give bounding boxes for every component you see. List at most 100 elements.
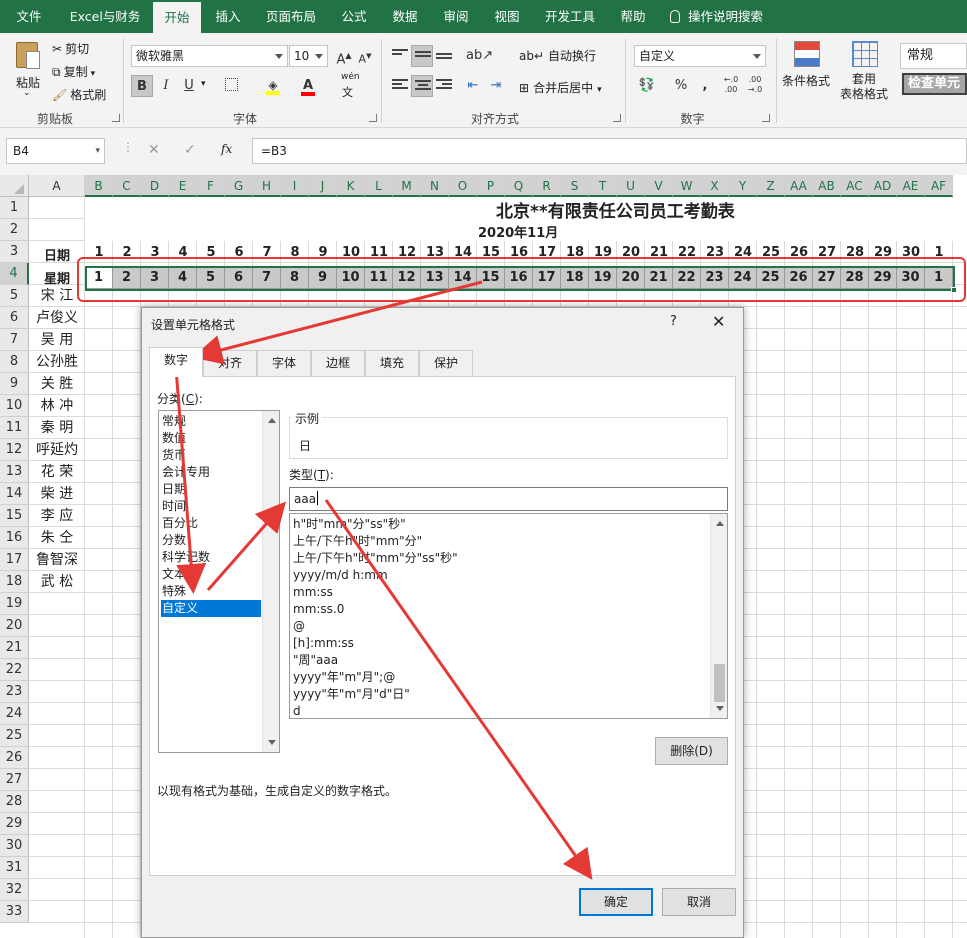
row-header[interactable]: 22	[0, 659, 29, 681]
date-cell[interactable]: 6	[225, 245, 253, 260]
column-header[interactable]: I	[281, 175, 309, 197]
employee-name-cell[interactable]: 呼延灼	[29, 439, 85, 461]
column-header[interactable]: R	[533, 175, 561, 197]
row-header[interactable]: 14	[0, 483, 29, 505]
format-painter-button[interactable]: 🖌 格式刷	[52, 86, 106, 103]
row-header[interactable]: 13	[0, 461, 29, 483]
font-color-icon[interactable]: A	[297, 75, 319, 97]
row-header[interactable]: 28	[0, 791, 29, 813]
help-button[interactable]: ?	[670, 314, 677, 329]
italic-button[interactable]: I	[155, 75, 177, 97]
format-type-item[interactable]: 上午/下午h"时"mm"分"ss"秒"	[292, 550, 458, 567]
row-header[interactable]: 7	[0, 329, 29, 351]
column-header[interactable]: N	[421, 175, 449, 197]
font-launcher-icon[interactable]	[369, 114, 377, 122]
fill-color-icon[interactable]: ◈	[262, 75, 284, 97]
column-header[interactable]: S	[561, 175, 589, 197]
align-left-icon[interactable]	[389, 75, 411, 97]
close-icon[interactable]: ✕	[712, 312, 725, 331]
category-list-item[interactable]: 数值	[161, 430, 261, 447]
category-list-item[interactable]: 会计专用	[161, 464, 261, 481]
scroll-up-icon[interactable]	[716, 521, 724, 526]
employee-name-cell[interactable]: 武 松	[29, 571, 85, 593]
date-cell[interactable]: 16	[505, 245, 533, 260]
scroll-up-icon[interactable]	[268, 418, 276, 423]
tab-fill[interactable]: 填充	[365, 350, 419, 376]
category-list-item[interactable]: 自定义	[161, 600, 261, 617]
column-header[interactable]: A	[29, 175, 85, 197]
row-header[interactable]: 3	[0, 241, 29, 263]
date-cell[interactable]: 17	[533, 245, 561, 260]
tab-data[interactable]: 数据	[382, 0, 428, 33]
number-format-combo[interactable]: 自定义	[634, 45, 766, 67]
row-header[interactable]: 5	[0, 285, 29, 307]
employee-name-cell[interactable]: 鲁智深	[29, 549, 85, 571]
tab-font[interactable]: 字体	[257, 350, 311, 376]
format-type-item[interactable]: yyyy/m/d h:mm	[292, 567, 388, 584]
column-header[interactable]: J	[309, 175, 337, 197]
category-list-item[interactable]: 日期	[161, 481, 261, 498]
conditional-format-button[interactable]: 条件格式	[782, 39, 834, 101]
tab-number[interactable]: 数字	[149, 347, 203, 377]
employee-name-cell[interactable]: 柴 进	[29, 483, 85, 505]
row-header[interactable]: 21	[0, 637, 29, 659]
column-header[interactable]: D	[141, 175, 169, 197]
row-header[interactable]: 6	[0, 307, 29, 329]
increase-decimal-button[interactable]: ←.0 .00	[720, 75, 742, 97]
borders-icon[interactable]	[220, 75, 242, 97]
fill-handle[interactable]	[951, 287, 957, 293]
tab-excel-finance[interactable]: Excel与财务	[62, 0, 148, 33]
column-header[interactable]: G	[225, 175, 253, 197]
category-list-item[interactable]: 常规	[161, 413, 261, 430]
underline-button[interactable]: U	[178, 75, 200, 97]
date-cell[interactable]: 5	[197, 245, 225, 260]
column-header[interactable]: P	[477, 175, 505, 197]
date-cell[interactable]: 4	[169, 245, 197, 260]
chevron-down-icon[interactable]: ▾	[201, 79, 206, 89]
date-cell[interactable]: 21	[645, 245, 673, 260]
decrease-decimal-button[interactable]: .00 →.0	[744, 75, 766, 97]
category-list-item[interactable]: 货币	[161, 447, 261, 464]
align-bottom-icon[interactable]	[433, 45, 455, 67]
align-middle-icon[interactable]	[411, 45, 433, 67]
format-type-item[interactable]: yyyy"年"m"月";@	[292, 669, 395, 686]
row-header[interactable]: 32	[0, 879, 29, 901]
paste-button[interactable]: 粘贴 ⌄	[10, 39, 46, 101]
bold-button[interactable]: B	[131, 75, 153, 97]
cancel-button[interactable]: 取消	[662, 888, 736, 916]
category-list[interactable]: 常规 数值 货币 会计专用 日期 时间 百分比 分数 科学记数 文本 特殊 自定义	[158, 410, 280, 753]
date-cell[interactable]: 1	[85, 245, 113, 260]
row-header[interactable]: 30	[0, 835, 29, 857]
row-header[interactable]: 31	[0, 857, 29, 879]
ok-button[interactable]: 确定	[579, 888, 653, 916]
merge-center-button[interactable]: ⊞ 合并后居中 ▾	[519, 79, 602, 96]
employee-name-cell[interactable]: 卢俊义	[29, 307, 85, 329]
column-header[interactable]: AA	[785, 175, 813, 197]
phonetic-guide-button[interactable]: wén	[341, 72, 360, 82]
align-top-icon[interactable]	[389, 45, 411, 67]
column-header[interactable]: AD	[869, 175, 897, 197]
date-cell[interactable]: 13	[421, 245, 449, 260]
increase-indent-icon[interactable]: ⇥	[485, 75, 507, 97]
column-header[interactable]: T	[589, 175, 617, 197]
increase-font-icon[interactable]: A▲	[333, 45, 355, 67]
category-list-item[interactable]: 百分比	[161, 515, 261, 532]
date-cell[interactable]: 3	[141, 245, 169, 260]
accounting-format-icon[interactable]: 💱	[636, 75, 658, 97]
format-type-item[interactable]: [h]:mm:ss	[292, 635, 354, 652]
employee-name-cell[interactable]: 朱 仝	[29, 527, 85, 549]
column-header[interactable]: C	[113, 175, 141, 197]
tab-help[interactable]: 帮助	[610, 0, 656, 33]
row-header[interactable]: 33	[0, 901, 29, 923]
row-header[interactable]: 2	[0, 219, 29, 241]
font-name-combo[interactable]: 微软雅黑	[131, 45, 288, 67]
type-scrollbar[interactable]	[710, 514, 727, 718]
format-type-item[interactable]: yyyy"年"m"月"d"日"	[292, 686, 410, 703]
column-header[interactable]: K	[337, 175, 365, 197]
date-cell[interactable]: 2	[113, 245, 141, 260]
row-header[interactable]: 24	[0, 703, 29, 725]
category-list-item[interactable]: 时间	[161, 498, 261, 515]
tab-developer[interactable]: 开发工具	[535, 0, 605, 33]
date-cell[interactable]: 7	[253, 245, 281, 260]
column-header[interactable]: AE	[897, 175, 925, 197]
